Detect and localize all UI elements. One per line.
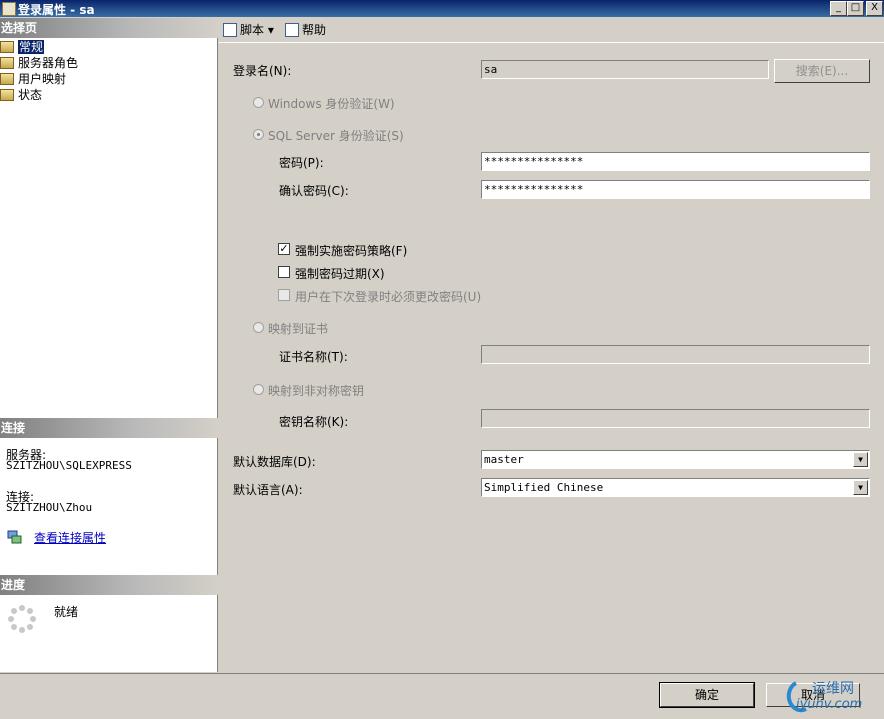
page-item-user-mapping[interactable]: 用户映射	[0, 71, 66, 87]
password-label: 密码(P):	[279, 156, 324, 170]
default-db-label: 默认数据库(D):	[233, 455, 316, 469]
select-page-header: 选择页	[0, 18, 218, 38]
script-icon	[223, 23, 237, 37]
sql-auth-radio[interactable]	[253, 129, 264, 140]
page-icon	[0, 89, 14, 101]
help-button[interactable]: 帮助	[285, 22, 326, 38]
login-name-label: 登录名(N):	[233, 64, 292, 78]
close-button[interactable]: X	[866, 1, 883, 16]
view-connection-properties-link[interactable]: 查看连接属性	[34, 529, 106, 546]
must-change-checkbox[interactable]	[278, 289, 290, 301]
help-icon	[285, 23, 299, 37]
cert-name-field[interactable]	[481, 345, 870, 364]
page-icon	[0, 41, 14, 53]
default-lang-select[interactable]: Simplified Chinese ▼	[481, 478, 870, 497]
must-change-label: 用户在下次登录时必须更改密码(U)	[295, 290, 482, 304]
title-bar[interactable]: 登录属性 - sa _ □ X	[0, 0, 884, 17]
page-item-general[interactable]: 常规	[0, 39, 45, 55]
watermark-logo: 运维网 iyunv.com	[782, 677, 882, 717]
connection-header: 连接	[0, 418, 218, 438]
default-lang-label: 默认语言(A):	[233, 483, 303, 497]
dropdown-arrow-icon[interactable]: ▼	[853, 452, 868, 467]
ok-button[interactable]: 确定	[659, 682, 755, 708]
confirm-password-field[interactable]: ***************	[481, 180, 870, 199]
connection-properties-icon	[7, 530, 22, 544]
left-panel: 选择页 常规 服务器角色 用户映射 状态 连接 服务器: SZITZHOU\SQ…	[0, 18, 218, 672]
window-icon	[2, 2, 16, 16]
connection-value: SZITZHOU\Zhou	[6, 501, 93, 514]
windows-auth-radio[interactable]	[253, 97, 264, 108]
enforce-expiration-label: 强制密码过期(X)	[295, 267, 385, 281]
key-name-field[interactable]	[481, 409, 870, 428]
progress-header: 进度	[0, 575, 218, 595]
login-name-field[interactable]: sa	[481, 60, 769, 79]
key-name-label: 密钥名称(K):	[279, 415, 349, 429]
button-bar: 确定 取消 运维网 iyunv.com	[0, 673, 884, 719]
cert-name-label: 证书名称(T):	[279, 350, 348, 364]
script-button[interactable]: 脚本 ▾	[223, 22, 274, 38]
enforce-policy-checkbox[interactable]: ✓	[278, 243, 290, 255]
chevron-down-icon[interactable]: ▾	[268, 23, 274, 37]
search-button[interactable]: 搜索(E)...	[774, 59, 870, 83]
spinner-icon	[7, 604, 37, 634]
progress-status: 就绪	[54, 605, 79, 619]
confirm-password-label: 确认密码(C):	[279, 184, 349, 198]
restore-button[interactable]: □	[847, 1, 864, 16]
password-field[interactable]: ***************	[481, 152, 870, 171]
enforce-expiration-checkbox[interactable]	[278, 266, 290, 278]
map-cert-label: 映射到证书	[268, 322, 329, 336]
page-item-status[interactable]: 状态	[0, 87, 42, 103]
map-key-label: 映射到非对称密钥	[268, 384, 365, 398]
page-icon	[0, 57, 14, 69]
toolbar: 脚本 ▾ 帮助	[219, 18, 884, 43]
sql-auth-label: SQL Server 身份验证(S)	[268, 129, 404, 143]
enforce-policy-label: 强制实施密码策略(F)	[295, 244, 408, 258]
watermark-subtext: iyunv.com	[796, 697, 863, 712]
minimize-button[interactable]: _	[830, 1, 847, 16]
server-value: SZITZHOU\SQLEXPRESS	[6, 459, 132, 472]
page-item-server-roles[interactable]: 服务器角色	[0, 55, 78, 71]
watermark-text: 运维网	[812, 681, 854, 697]
dropdown-arrow-icon[interactable]: ▼	[853, 480, 868, 495]
windows-auth-label: Windows 身份验证(W)	[268, 97, 395, 111]
window-title: 登录属性 - sa	[18, 3, 95, 17]
default-db-select[interactable]: master ▼	[481, 450, 870, 469]
page-icon	[0, 73, 14, 85]
map-key-radio[interactable]	[253, 384, 264, 395]
map-cert-radio[interactable]	[253, 322, 264, 333]
